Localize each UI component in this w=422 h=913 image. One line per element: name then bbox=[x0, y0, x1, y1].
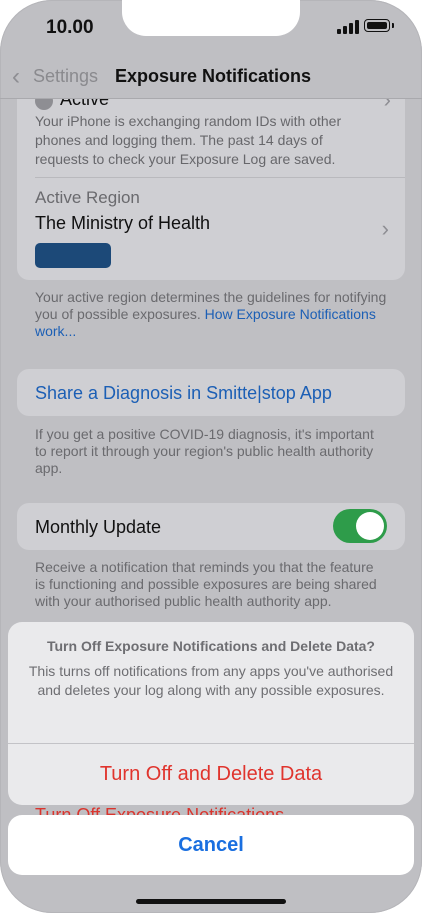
back-chevron-icon[interactable]: ‹ bbox=[12, 63, 20, 91]
monthly-update-toggle[interactable] bbox=[333, 509, 387, 543]
action-sheet: Turn Off Exposure Notifications and Dele… bbox=[8, 622, 414, 805]
region-footer: Your active region determines the guidel… bbox=[35, 289, 387, 340]
monthly-update-label: Monthly Update bbox=[35, 517, 162, 537]
region-row[interactable]: Active Region The Ministry of Health › bbox=[17, 178, 405, 280]
status-card: Active › Your iPhone is exchanging rando… bbox=[17, 99, 405, 280]
region-value: The Ministry of Health bbox=[35, 213, 211, 233]
signal-icon bbox=[337, 20, 359, 34]
device-notch bbox=[122, 0, 300, 36]
page-title: Exposure Notifications bbox=[115, 66, 312, 86]
share-diagnosis-label: Share a Diagnosis in Smitte|stop App bbox=[35, 383, 332, 403]
monthly-update-footer: Receive a notification that reminds you … bbox=[35, 559, 377, 609]
status-time: 10.00 bbox=[46, 17, 94, 38]
checkmark-icon bbox=[35, 99, 53, 110]
share-footer: If you get a positive COVID-19 diagnosis… bbox=[35, 426, 374, 476]
share-diagnosis-button[interactable]: Share a Diagnosis in Smitte|stop App bbox=[17, 369, 405, 416]
turn-off-and-delete-button[interactable]: Turn Off and Delete Data bbox=[8, 744, 414, 805]
cancel-button[interactable]: Cancel bbox=[8, 815, 414, 875]
monthly-update-row: Monthly Update bbox=[17, 503, 405, 550]
chevron-right-icon: › bbox=[381, 216, 389, 241]
active-status-label: Active bbox=[60, 99, 110, 109]
phone-screen: 10.00 ‹ Settings Exposure Notifications … bbox=[0, 0, 422, 913]
active-status-row[interactable]: Active › bbox=[35, 99, 391, 112]
region-label: Active Region bbox=[35, 188, 140, 207]
back-button[interactable]: Settings bbox=[33, 66, 98, 87]
action-sheet-title: Turn Off Exposure Notifications and Dele… bbox=[46, 638, 375, 654]
action-sheet-message: This turns off notifications from any ap… bbox=[28, 663, 394, 698]
active-description: Your iPhone is exchanging random IDs wit… bbox=[35, 113, 342, 167]
navigation-bar: ‹ Settings Exposure Notifications bbox=[0, 54, 422, 99]
battery-icon bbox=[364, 19, 394, 32]
chevron-right-icon: › bbox=[383, 99, 391, 112]
home-indicator[interactable] bbox=[136, 899, 286, 904]
status-bar: 10.00 bbox=[0, 0, 422, 54]
region-badge bbox=[35, 243, 111, 268]
